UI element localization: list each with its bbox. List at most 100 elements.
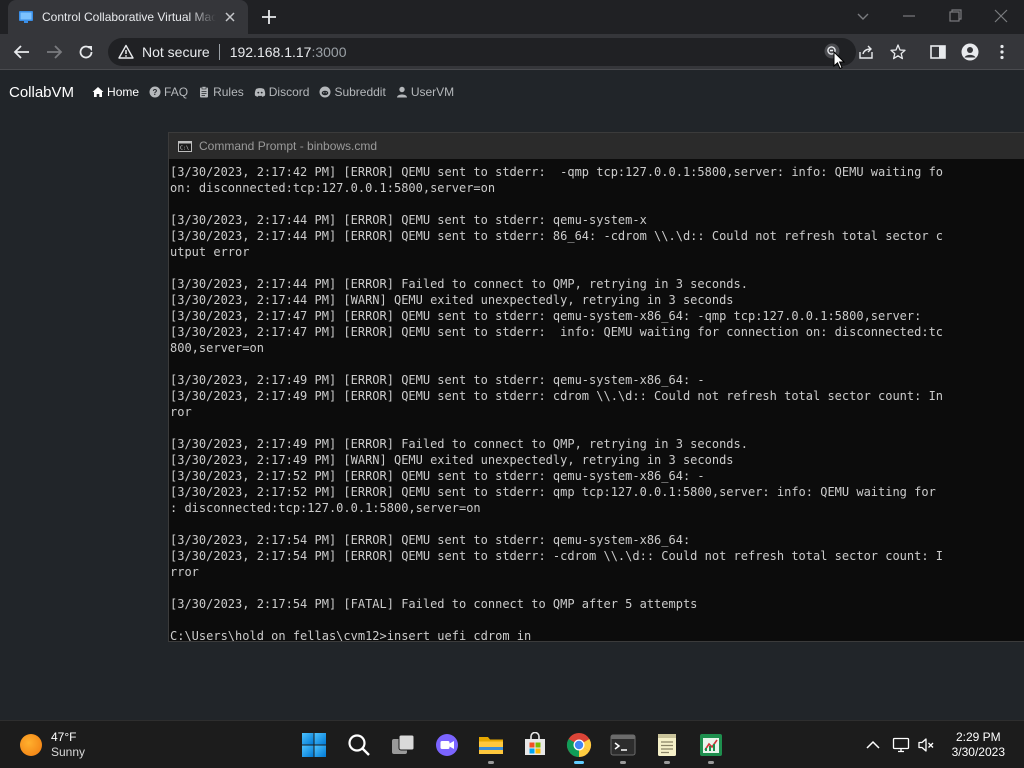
console-line: C:\Users\hold on fellas\cvm12>insert uef…: [170, 629, 532, 642]
security-label[interactable]: Not secure: [142, 44, 210, 60]
network-icon[interactable]: [892, 736, 910, 754]
site-brand[interactable]: CollabVM: [9, 84, 74, 101]
store-icon[interactable]: [522, 732, 548, 758]
console-line: [3/30/2023, 2:17:54 PM] [FATAL] Failed t…: [170, 597, 698, 611]
vm-window-titlebar[interactable]: C:\ Command Prompt - binbows.cmd: [169, 133, 1024, 159]
clock-date: 3/30/2023: [951, 745, 1005, 759]
terminal-icon[interactable]: [610, 732, 636, 758]
command-prompt-icon: C:\: [178, 140, 192, 152]
console-line: [3/30/2023, 2:17:47 PM] [ERROR] QEMU sen…: [170, 325, 944, 339]
vm-display[interactable]: C:\ Command Prompt - binbows.cmd [3/30/2…: [168, 132, 1024, 642]
console-line: [3/30/2023, 2:17:49 PM] [ERROR] QEMU sen…: [170, 373, 705, 387]
console-line: 800,server=on: [170, 341, 264, 355]
explorer-running-indicator: [488, 761, 494, 764]
nav-discord[interactable]: Discord: [254, 85, 310, 99]
browser-tabstrip: Control Collaborative Virtual Machine: [0, 0, 1024, 34]
console-line: on: disconnected:tcp:127.0.0.1:5800,serv…: [170, 181, 496, 195]
bookmark-star-icon[interactable]: [889, 43, 907, 61]
site-navbar: CollabVM Home ? FAQ Rules Discord Subred…: [0, 70, 1024, 114]
file-explorer-icon[interactable]: [478, 732, 504, 758]
console-line: [3/30/2023, 2:17:49 PM] [ERROR] Failed t…: [170, 437, 748, 451]
nav-subreddit-label: Subreddit: [334, 85, 386, 99]
new-tab-icon[interactable]: [260, 8, 278, 26]
browser-tab[interactable]: Control Collaborative Virtual Machine: [8, 0, 248, 34]
console-line: [3/30/2023, 2:17:52 PM] [ERROR] QEMU sen…: [170, 469, 705, 483]
tab-search-icon[interactable]: [853, 6, 873, 26]
console-line: [3/30/2023, 2:17:44 PM] [WARN] QEMU exit…: [170, 293, 734, 307]
console-line: [3/30/2023, 2:17:52 PM] [ERROR] QEMU sen…: [170, 485, 936, 499]
question-icon: ?: [149, 86, 161, 98]
console-line: rror: [170, 565, 199, 579]
minimize-icon[interactable]: [899, 6, 919, 26]
weather-condition: Sunny: [51, 745, 86, 759]
console-line: utput error: [170, 245, 250, 259]
address-separator: [218, 44, 220, 60]
taskbar: 47°F Sunny 2:29 PM 3/30/2023: [0, 720, 1024, 768]
discord-icon: [254, 88, 265, 97]
svg-text:?: ?: [153, 88, 158, 97]
reload-icon[interactable]: [77, 43, 95, 61]
nav-home-label: Home: [107, 85, 140, 99]
console-line: [3/30/2023, 2:17:54 PM] [ERROR] QEMU sen…: [170, 533, 691, 547]
nav-discord-label: Discord: [268, 85, 310, 99]
close-tab-icon[interactable]: [222, 9, 238, 25]
back-icon[interactable]: [13, 43, 31, 61]
console-line: [3/30/2023, 2:17:49 PM] [ERROR] QEMU sen…: [170, 389, 944, 403]
weather-widget[interactable]: 47°F Sunny: [20, 730, 85, 760]
profile-icon[interactable]: [961, 43, 979, 61]
system-clock[interactable]: 2:29 PM 3/30/2023: [952, 730, 1005, 760]
start-icon[interactable]: [301, 732, 327, 758]
nav-rules-label: Rules: [213, 85, 244, 99]
sun-icon: [20, 734, 42, 756]
menu-kebab-icon[interactable]: [993, 43, 1011, 61]
console-line: [3/30/2023, 2:17:49 PM] [WARN] QEMU exit…: [170, 453, 734, 467]
nav-faq[interactable]: ? FAQ: [149, 85, 188, 99]
monitor-icon: [19, 11, 33, 23]
share-icon[interactable]: [857, 43, 875, 61]
url-host: 192.168.1.17: [229, 44, 312, 60]
warning-icon[interactable]: [118, 44, 134, 60]
console-output[interactable]: [3/30/2023, 2:17:42 PM] [ERROR] QEMU sen…: [169, 159, 1024, 642]
home-icon: [92, 87, 104, 97]
console-line: [3/30/2023, 2:17:42 PM] [ERROR] QEMU sen…: [170, 165, 944, 179]
address-bar[interactable]: Not secure 192.168.1.17:3000: [108, 38, 906, 66]
mouse-cursor-icon: [833, 51, 845, 70]
task-view-icon[interactable]: [390, 732, 416, 758]
volume-muted-icon[interactable]: [917, 736, 935, 754]
nav-uservm[interactable]: UserVM: [396, 85, 454, 99]
weather-text: 47°F Sunny: [51, 730, 85, 760]
console-line: [3/30/2023, 2:17:44 PM] [ERROR] Failed t…: [170, 277, 748, 291]
nav-rules[interactable]: Rules: [198, 85, 244, 99]
restore-icon[interactable]: [945, 6, 965, 26]
nav-faq-label: FAQ: [164, 85, 189, 99]
search-icon[interactable]: [346, 732, 372, 758]
notepad-running-indicator: [664, 761, 670, 764]
nav-home[interactable]: Home: [92, 85, 139, 99]
clock-time: 2:29 PM: [955, 730, 1001, 744]
side-panel-icon[interactable]: [929, 43, 947, 61]
console-line: : disconnected:tcp:127.0.0.1:5800,server…: [170, 501, 481, 515]
close-window-icon[interactable]: [991, 6, 1011, 26]
terminal-running-indicator: [620, 761, 626, 764]
console-line: [3/30/2023, 2:17:54 PM] [ERROR] QEMU sen…: [170, 549, 944, 563]
svg-text:C:\: C:\: [180, 145, 189, 151]
weather-temp: 47°F: [51, 730, 77, 744]
vm-window-title: Command Prompt - binbows.cmd: [199, 139, 378, 153]
user-icon: [396, 86, 407, 98]
web-page: CollabVM Home ? FAQ Rules Discord Subred…: [0, 70, 1024, 720]
chrome-icon[interactable]: [566, 732, 592, 758]
forward-icon[interactable]: [45, 43, 63, 61]
nav-subreddit[interactable]: Subreddit: [319, 85, 386, 99]
chevron-up-icon[interactable]: [864, 736, 882, 754]
browser-toolbar: Not secure 192.168.1.17:3000: [0, 34, 1024, 70]
notepad-icon[interactable]: [654, 732, 680, 758]
nav-uservm-label: UserVM: [410, 85, 455, 99]
chat-icon[interactable]: [434, 732, 460, 758]
spreadsheet-icon[interactable]: [698, 732, 724, 758]
